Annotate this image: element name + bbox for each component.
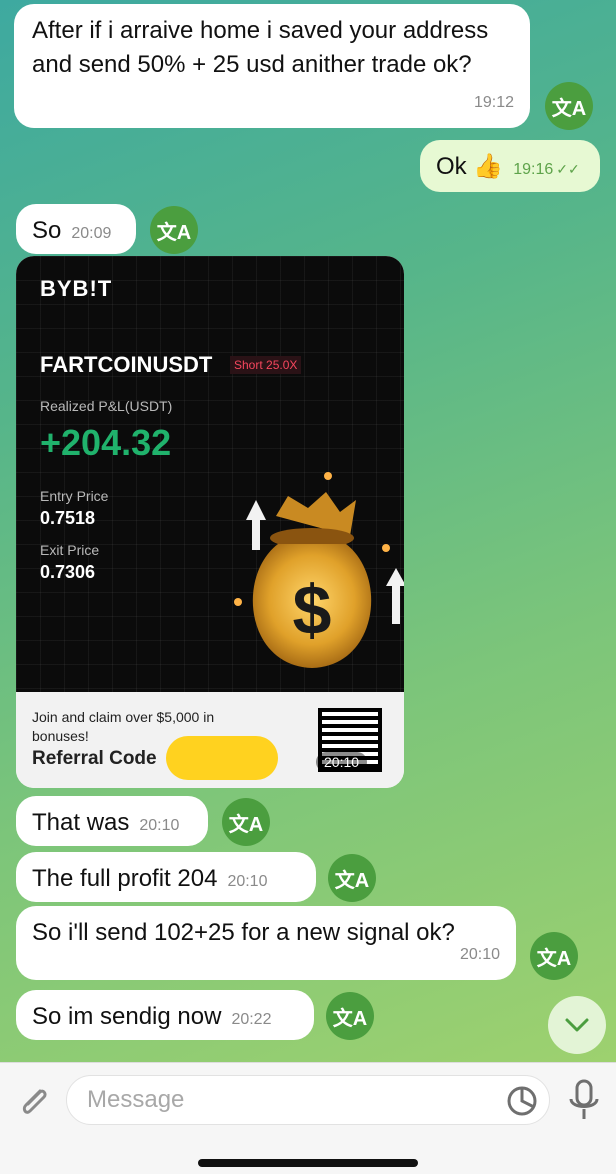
translate-icon[interactable]: 文A: [222, 798, 270, 846]
attach-button[interactable]: [14, 1081, 54, 1121]
read-receipt-icon: ✓✓: [556, 161, 580, 177]
message-text: So i'll send 102+25 for a new signal ok?: [32, 919, 455, 946]
bybit-logo: BYB!T: [40, 276, 113, 301]
message-bubble[interactable]: That was 20:10: [16, 796, 208, 846]
message-text: Ok 👍: [436, 153, 504, 180]
microphone-icon: [569, 1079, 599, 1119]
pair-name: FARTCOINUSDT: [40, 352, 213, 377]
message-bubble[interactable]: So i'll send 102+25 for a new signal ok?…: [16, 906, 516, 980]
message-text: The full profit 204: [32, 865, 218, 892]
message-text: So: [32, 217, 62, 244]
position-tag: Short 25.0X: [230, 356, 302, 374]
translate-icon[interactable]: 文A: [326, 992, 374, 1040]
redaction-mark: [166, 736, 278, 780]
translate-icon[interactable]: 文A: [530, 932, 578, 980]
pnl-value: +204.32: [40, 422, 172, 463]
message-composer: Message: [0, 1062, 616, 1174]
paperclip-icon: [22, 1089, 47, 1114]
message-time: 20:10: [459, 946, 500, 963]
message-input[interactable]: Message: [66, 1075, 550, 1125]
money-bag-illustration: $: [234, 472, 404, 668]
message-text: After if i arraive home i saved your add…: [32, 17, 489, 78]
message-text: That was: [32, 809, 130, 836]
translate-icon[interactable]: 文A: [545, 82, 593, 130]
card-footer: Join and claim over $5,000 in bonuses! R…: [16, 692, 404, 788]
entry-label: Entry Price: [40, 488, 109, 504]
message-time: 19:12: [473, 94, 514, 111]
sticker-icon: [507, 1086, 537, 1116]
exit-value: 0.7306: [40, 562, 96, 582]
exit-label: Exit Price: [40, 542, 100, 558]
message-time: 19:16: [513, 161, 554, 178]
message-bubble[interactable]: So 20:09: [16, 204, 136, 254]
message-bubble[interactable]: After if i arraive home i saved your add…: [14, 4, 530, 128]
translate-icon[interactable]: 文A: [150, 206, 198, 254]
message-bubble[interactable]: The full profit 204 20:10: [16, 852, 316, 902]
chat-area: After if i arraive home i saved your add…: [0, 0, 616, 1062]
message-time: 20:10: [227, 873, 268, 890]
bybit-pnl-card[interactable]: BYB!T FARTCOINUSDT Short 25.0X Realized …: [16, 256, 404, 788]
entry-value: 0.7518: [40, 508, 96, 528]
home-indicator: [198, 1159, 418, 1167]
chevron-down-icon: [565, 1018, 589, 1032]
message-time: 20:09: [71, 225, 112, 242]
pnl-label: Realized P&L(USDT): [40, 398, 173, 414]
voice-message-button[interactable]: [564, 1077, 604, 1125]
translate-icon[interactable]: 文A: [328, 854, 376, 902]
card-header: BYB!T FARTCOINUSDT Short 25.0X Realized …: [16, 256, 404, 692]
image-time: 20:10: [316, 752, 368, 772]
message-bubble[interactable]: So im sendig now 20:22: [16, 990, 314, 1040]
svg-text:$: $: [293, 571, 332, 649]
referral-label: Referral Code: [32, 748, 157, 769]
message-text: So im sendig now: [32, 1003, 222, 1030]
message-bubble-outgoing[interactable]: Ok 👍 19:16 ✓✓: [420, 140, 600, 192]
message-time: 20:10: [139, 817, 180, 834]
scroll-down-button[interactable]: [548, 996, 606, 1054]
sticker-button[interactable]: [504, 1083, 540, 1119]
message-time: 20:22: [231, 1011, 272, 1028]
